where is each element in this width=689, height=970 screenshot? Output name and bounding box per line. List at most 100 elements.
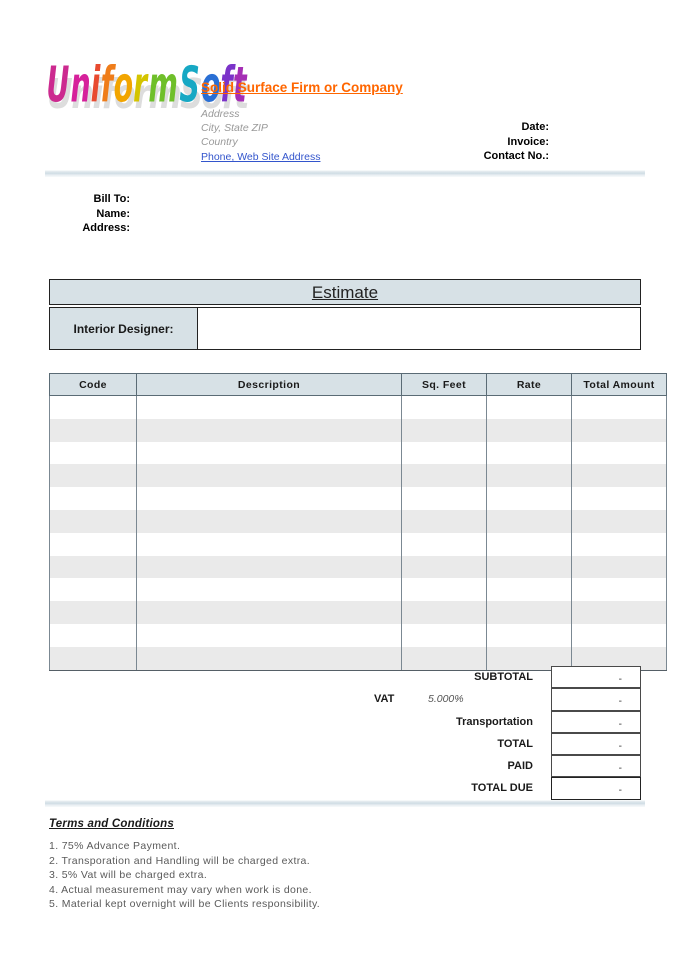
cell-total-amount[interactable]: [571, 464, 667, 488]
table-row[interactable]: [49, 509, 667, 533]
totals-row-total-due: TOTAL DUE -: [360, 777, 641, 800]
cell-description[interactable]: [136, 601, 402, 624]
estimate-title: Estimate: [311, 283, 379, 302]
cell-code[interactable]: [49, 441, 137, 465]
column-header-rate: Rate: [486, 373, 572, 396]
line-items-body: [49, 395, 667, 671]
cell-rate[interactable]: [486, 418, 572, 442]
cell-total-amount[interactable]: [571, 418, 667, 442]
paid-value[interactable]: -: [551, 755, 641, 778]
cell-rate[interactable]: [486, 441, 572, 465]
terms-item-5: 5. Material kept overnight will be Clien…: [49, 898, 321, 911]
interior-designer-label: Interior Designer:: [73, 321, 174, 336]
cell-total-amount[interactable]: [571, 441, 667, 465]
cell-code[interactable]: [49, 555, 137, 579]
table-row[interactable]: [49, 578, 667, 602]
cell-description[interactable]: [136, 509, 402, 533]
vat-label: VAT: [374, 693, 395, 706]
vat-value[interactable]: -: [551, 688, 641, 711]
cell-rate[interactable]: [486, 601, 572, 624]
table-row[interactable]: [49, 601, 667, 624]
uniformsoft-logo: UniformSoft UniformSoft: [34, 58, 249, 124]
totals-row-subtotal: SUBTOTAL -: [360, 666, 641, 689]
cell-total-amount[interactable]: [571, 623, 667, 647]
interior-designer-input[interactable]: [198, 308, 640, 349]
cell-description[interactable]: [136, 532, 402, 556]
cell-sq-feet[interactable]: [401, 441, 487, 465]
terms-item-3: 3. 5% Vat will be charged extra.: [49, 869, 208, 882]
logo-letter-5: r: [133, 58, 147, 114]
table-row[interactable]: [49, 623, 667, 647]
total-due-value[interactable]: -: [551, 777, 641, 800]
cell-rate[interactable]: [486, 555, 572, 579]
cell-rate[interactable]: [486, 487, 572, 510]
bill-to-name-label: Name:: [96, 207, 130, 220]
cell-description[interactable]: [136, 555, 402, 579]
cell-sq-feet[interactable]: [401, 418, 487, 442]
table-row[interactable]: [49, 532, 667, 556]
table-row[interactable]: [49, 464, 667, 488]
table-row[interactable]: [49, 441, 667, 465]
total-value[interactable]: -: [551, 732, 641, 756]
cell-description[interactable]: [136, 487, 402, 510]
cell-code[interactable]: [49, 646, 137, 671]
cell-rate[interactable]: [486, 395, 572, 419]
cell-description[interactable]: [136, 464, 402, 488]
cell-total-amount[interactable]: [571, 601, 667, 624]
cell-sq-feet[interactable]: [401, 601, 487, 624]
cell-sq-feet[interactable]: [401, 464, 487, 488]
table-row[interactable]: [49, 487, 667, 510]
cell-sq-feet[interactable]: [401, 395, 487, 419]
cell-description[interactable]: [136, 623, 402, 647]
cell-description[interactable]: [136, 578, 402, 602]
bill-to-title: Bill To:: [93, 193, 130, 205]
cell-code[interactable]: [49, 487, 137, 510]
footer-divider: [45, 800, 645, 807]
total-due-label: TOTAL DUE: [471, 782, 533, 795]
document-header: UniformSoft UniformSoft Solid Surface Fi…: [0, 0, 689, 168]
total-label: TOTAL: [497, 737, 533, 750]
cell-rate[interactable]: [486, 532, 572, 556]
estimate-title-box: Estimate: [49, 279, 641, 305]
cell-code[interactable]: [49, 623, 137, 647]
cell-total-amount[interactable]: [571, 487, 667, 510]
cell-code[interactable]: [49, 395, 137, 419]
cell-description[interactable]: [136, 441, 402, 465]
table-row[interactable]: [49, 555, 667, 579]
table-row[interactable]: [49, 395, 667, 419]
transportation-value[interactable]: -: [551, 710, 641, 733]
cell-code[interactable]: [49, 578, 137, 602]
cell-code[interactable]: [49, 418, 137, 442]
cell-sq-feet[interactable]: [401, 487, 487, 510]
table-row[interactable]: [49, 418, 667, 442]
cell-total-amount[interactable]: [571, 555, 667, 579]
cell-code[interactable]: [49, 532, 137, 556]
cell-description[interactable]: [136, 395, 402, 419]
cell-sq-feet[interactable]: [401, 555, 487, 579]
cell-description[interactable]: [136, 418, 402, 442]
cell-sq-feet[interactable]: [401, 532, 487, 556]
cell-total-amount[interactable]: [571, 532, 667, 556]
totals-row-paid: PAID -: [360, 755, 641, 778]
cell-sq-feet[interactable]: [401, 578, 487, 602]
column-header-code: Code: [49, 373, 137, 396]
cell-code[interactable]: [49, 464, 137, 488]
cell-total-amount[interactable]: [571, 395, 667, 419]
logo-letter-0: U: [46, 58, 69, 114]
cell-rate[interactable]: [486, 509, 572, 533]
cell-total-amount[interactable]: [571, 509, 667, 533]
cell-sq-feet[interactable]: [401, 509, 487, 533]
logo-letter-2: i: [90, 58, 101, 114]
totals-section: SUBTOTAL - VAT 5.000% - Transportation -…: [360, 666, 641, 800]
cell-code[interactable]: [49, 509, 137, 533]
subtotal-value[interactable]: -: [551, 666, 641, 689]
company-address-line-3: Country: [201, 136, 238, 148]
cell-code[interactable]: [49, 601, 137, 624]
cell-sq-feet[interactable]: [401, 623, 487, 647]
cell-rate[interactable]: [486, 578, 572, 602]
invoice-label: Invoice:: [507, 135, 549, 148]
cell-total-amount[interactable]: [571, 578, 667, 602]
cell-rate[interactable]: [486, 623, 572, 647]
transportation-label: Transportation: [455, 715, 533, 728]
cell-rate[interactable]: [486, 464, 572, 488]
